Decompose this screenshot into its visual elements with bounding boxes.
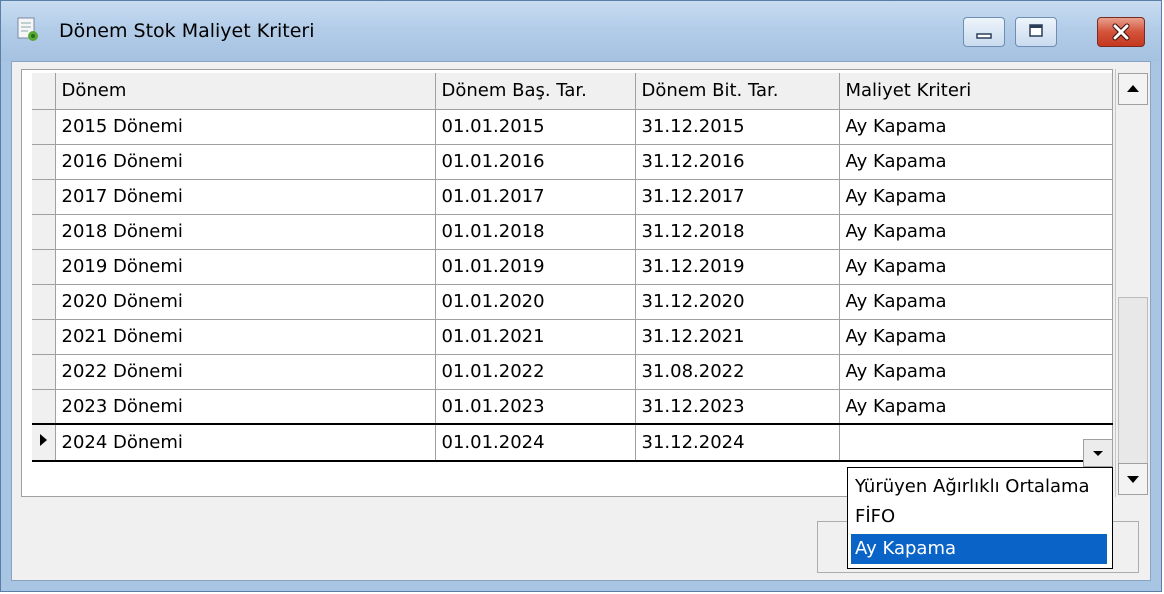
criterion-cell[interactable]: Ay Kapama: [839, 284, 1113, 320]
criterion-dropdown-list[interactable]: Yürüyen Ağırlıklı Ortalama FİFO Ay Kapam…: [847, 467, 1113, 569]
row-indicator[interactable]: [32, 214, 56, 250]
period-cell[interactable]: 2022 Dönemi: [55, 354, 436, 390]
period-cell[interactable]: 2023 Dönemi: [55, 389, 436, 425]
criterion-cell[interactable]: Ay Kapama: [839, 179, 1113, 215]
period-table: Dönem Dönem Baş. Tar. Dönem Bit. Tar. Ma…: [32, 73, 1113, 462]
criterion-cell[interactable]: Ay Kapama: [839, 319, 1113, 355]
close-icon: [1112, 23, 1130, 41]
end-date-cell[interactable]: 31.12.2019: [635, 249, 840, 285]
table-row-current[interactable]: 2024 Dönemi 01.01.2024 31.12.2024: [32, 423, 1113, 462]
criterion-cell[interactable]: Ay Kapama: [839, 389, 1113, 425]
table-row[interactable]: 2018 Dönemi 01.01.2018 31.12.2018 Ay Kap…: [32, 214, 1113, 250]
scroll-down-button[interactable]: [1118, 463, 1148, 495]
end-date-cell[interactable]: 31.12.2015: [635, 109, 840, 145]
close-button[interactable]: [1097, 17, 1145, 47]
period-cell[interactable]: 2016 Dönemi: [55, 144, 436, 180]
table-row[interactable]: 2020 Dönemi 01.01.2020 31.12.2020 Ay Kap…: [32, 284, 1113, 320]
row-indicator-header: [32, 73, 56, 110]
end-date-cell[interactable]: 31.12.2018: [635, 214, 840, 250]
column-header-end-date[interactable]: Dönem Bit. Tar.: [635, 73, 840, 110]
table-row[interactable]: 2015 Dönemi 01.01.2015 31.12.2015 Ay Kap…: [32, 109, 1113, 145]
start-date-cell[interactable]: 01.01.2017: [435, 179, 636, 215]
start-date-cell[interactable]: 01.01.2015: [435, 109, 636, 145]
scroll-up-button[interactable]: [1118, 73, 1148, 105]
period-cell[interactable]: 2024 Dönemi: [55, 423, 436, 462]
minimize-button[interactable]: [963, 17, 1005, 47]
row-indicator[interactable]: [32, 249, 56, 285]
criterion-cell[interactable]: Ay Kapama: [839, 354, 1113, 390]
row-indicator[interactable]: [32, 109, 56, 145]
period-cell[interactable]: 2018 Dönemi: [55, 214, 436, 250]
criterion-cell[interactable]: Ay Kapama: [839, 144, 1113, 180]
criterion-cell[interactable]: Ay Kapama: [839, 249, 1113, 285]
row-indicator[interactable]: [32, 284, 56, 320]
criterion-cell[interactable]: Ay Kapama: [839, 109, 1113, 145]
dropdown-option[interactable]: Yürüyen Ağırlıklı Ortalama: [851, 472, 1107, 502]
start-date-cell[interactable]: 01.01.2018: [435, 214, 636, 250]
table-row[interactable]: 2017 Dönemi 01.01.2017 31.12.2017 Ay Kap…: [32, 179, 1113, 215]
column-header-cost-criterion[interactable]: Maliyet Kriteri: [839, 73, 1113, 110]
chevron-down-icon: [1093, 451, 1103, 456]
minimize-icon: [976, 33, 992, 39]
scrollbar-thumb[interactable]: [1118, 297, 1148, 465]
row-indicator[interactable]: [32, 179, 56, 215]
window-title: Dönem Stok Maliyet Kriteri: [59, 20, 315, 42]
end-date-cell[interactable]: 31.08.2022: [635, 354, 840, 390]
criterion-cell[interactable]: Ay Kapama: [839, 214, 1113, 250]
end-date-cell[interactable]: 31.12.2023: [635, 389, 840, 425]
start-date-cell[interactable]: 01.01.2023: [435, 389, 636, 425]
end-date-cell[interactable]: 31.12.2021: [635, 319, 840, 355]
row-indicator[interactable]: [32, 354, 56, 390]
criterion-combo-cell[interactable]: [839, 423, 1113, 462]
end-date-cell[interactable]: 31.12.2020: [635, 284, 840, 320]
scroll-down-arrow-icon: [1127, 476, 1139, 483]
criterion-dropdown-button[interactable]: [1083, 439, 1113, 467]
scroll-up-arrow-icon: [1127, 85, 1139, 92]
end-date-cell[interactable]: 31.12.2024: [635, 423, 840, 462]
start-date-cell[interactable]: 01.01.2019: [435, 249, 636, 285]
current-row-arrow-icon: [40, 434, 47, 446]
dropdown-option[interactable]: FİFO: [851, 502, 1107, 532]
maximize-button[interactable]: [1015, 17, 1057, 47]
period-cell[interactable]: 2021 Dönemi: [55, 319, 436, 355]
start-date-cell[interactable]: 01.01.2020: [435, 284, 636, 320]
period-cell[interactable]: 2015 Dönemi: [55, 109, 436, 145]
table-row[interactable]: 2023 Dönemi 01.01.2023 31.12.2023 Ay Kap…: [32, 389, 1113, 425]
row-indicator[interactable]: [32, 144, 56, 180]
column-header-period[interactable]: Dönem: [55, 73, 436, 110]
start-date-cell[interactable]: 01.01.2016: [435, 144, 636, 180]
end-date-cell[interactable]: 31.12.2016: [635, 144, 840, 180]
period-cell[interactable]: 2017 Dönemi: [55, 179, 436, 215]
period-cell[interactable]: 2019 Dönemi: [55, 249, 436, 285]
start-date-cell[interactable]: 01.01.2022: [435, 354, 636, 390]
start-date-cell[interactable]: 01.01.2024: [435, 423, 636, 462]
dropdown-option-selected[interactable]: Ay Kapama: [850, 533, 1108, 565]
header-row: Dönem Dönem Baş. Tar. Dönem Bit. Tar. Ma…: [32, 73, 1113, 110]
report-doc-icon: [17, 17, 38, 41]
start-date-cell[interactable]: 01.01.2021: [435, 319, 636, 355]
vertical-scrollbar[interactable]: [1115, 69, 1149, 497]
row-indicator[interactable]: [32, 389, 56, 425]
maximize-icon: [1029, 24, 1043, 37]
table-row[interactable]: 2022 Dönemi 01.01.2022 31.08.2022 Ay Kap…: [32, 354, 1113, 390]
table-row[interactable]: 2021 Dönemi 01.01.2021 31.12.2021 Ay Kap…: [32, 319, 1113, 355]
period-cell[interactable]: 2020 Dönemi: [55, 284, 436, 320]
table-row[interactable]: 2019 Dönemi 01.01.2019 31.12.2019 Ay Kap…: [32, 249, 1113, 285]
row-indicator[interactable]: [32, 319, 56, 355]
title-bar[interactable]: Dönem Stok Maliyet Kriteri: [1, 1, 1161, 61]
table-row[interactable]: 2016 Dönemi 01.01.2016 31.12.2016 Ay Kap…: [32, 144, 1113, 180]
end-date-cell[interactable]: 31.12.2017: [635, 179, 840, 215]
app-window: Dönem Stok Maliyet Kriteri Dönem Dönem B…: [0, 0, 1162, 592]
column-header-start-date[interactable]: Dönem Baş. Tar.: [435, 73, 636, 110]
row-indicator-current[interactable]: [32, 423, 56, 462]
